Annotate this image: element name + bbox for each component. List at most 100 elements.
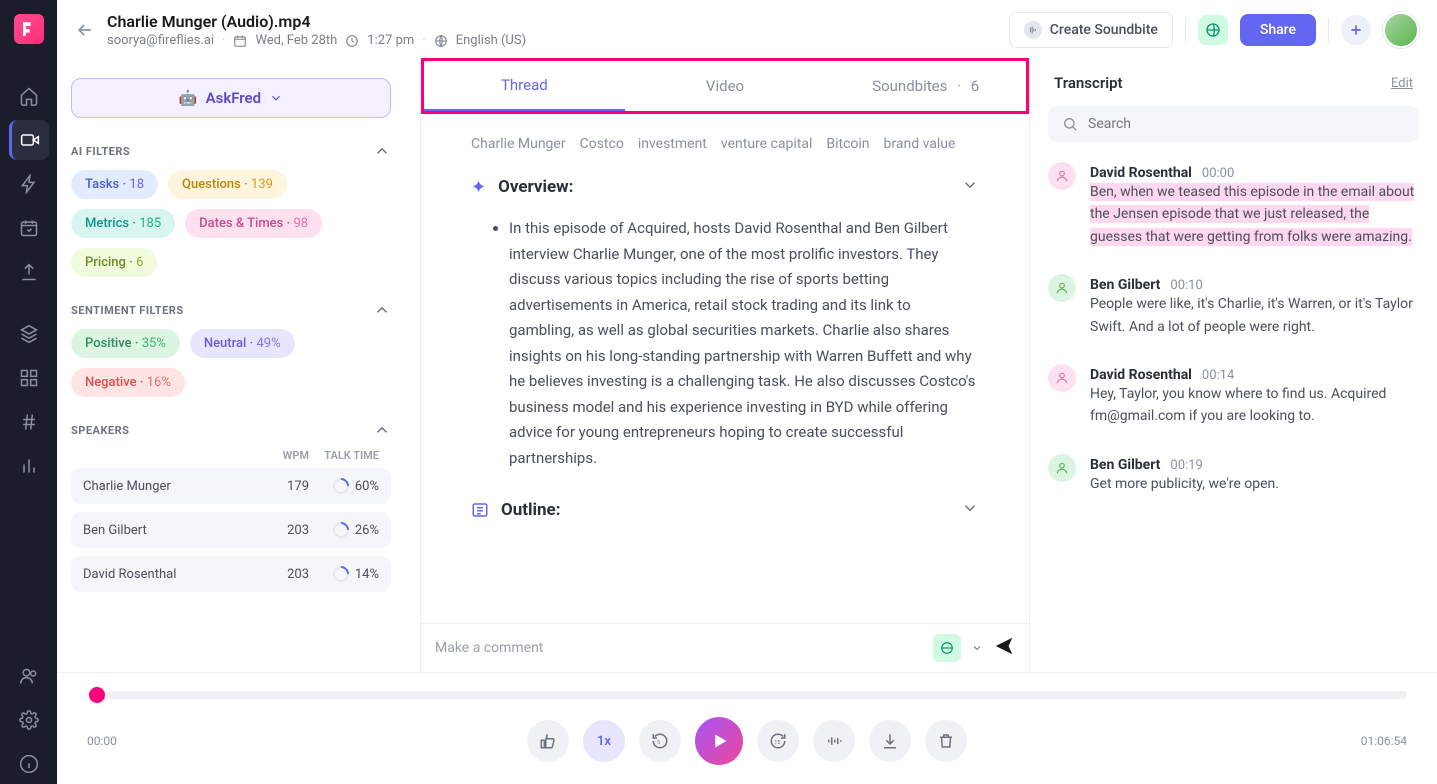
nav-calendar-icon[interactable] [9, 208, 49, 248]
transcript-item[interactable]: David Rosenthal00:00Ben, when we teased … [1048, 162, 1419, 248]
center-panel: Thread Video Soundbites · 6 Charlie Mung… [420, 60, 1030, 672]
progress-thumb[interactable] [89, 687, 105, 703]
ai-filters-header[interactable]: AI FILTERS [71, 142, 391, 160]
play-button[interactable] [695, 717, 743, 765]
tab-soundbites[interactable]: Soundbites · 6 [825, 61, 1026, 111]
current-time: 00:00 [87, 734, 207, 748]
visibility-icon[interactable] [933, 634, 961, 662]
waveform-button[interactable] [813, 720, 855, 762]
speakers-label: SPEAKERS [71, 424, 129, 437]
askfred-label: AskFred [206, 89, 261, 107]
askfred-button[interactable]: 🤖 AskFred [71, 78, 391, 118]
search-icon [1062, 116, 1078, 132]
speed-button[interactable]: 1x [583, 720, 625, 762]
topic-tag[interactable]: Charlie Munger [471, 136, 566, 152]
chevron-down-icon[interactable] [971, 642, 983, 654]
topic-tag[interactable]: brand value [884, 136, 956, 152]
audio-player: 00:00 1x 5 15 01:06:54 [57, 672, 1437, 784]
nav-hash-icon[interactable] [9, 402, 49, 442]
chevron-down-icon [269, 91, 283, 105]
transcript-title: Transcript [1054, 74, 1123, 92]
nav-settings-icon[interactable] [9, 700, 49, 740]
topic-tag[interactable]: Costco [580, 136, 624, 152]
speaker-row[interactable]: Ben Gilbert20326% [71, 512, 391, 548]
tab-thread[interactable]: Thread [424, 61, 625, 111]
chevron-up-icon [373, 301, 391, 319]
filter-tasks[interactable]: Tasks · 18 [71, 170, 158, 199]
overview-header[interactable]: ✦ Overview: [471, 176, 979, 198]
speaker-talk: 14% [309, 566, 379, 582]
transcript-edit-link[interactable]: Edit [1391, 76, 1413, 91]
forward-button[interactable]: 15 [757, 720, 799, 762]
nav-grid-icon[interactable] [9, 358, 49, 398]
back-button[interactable] [75, 20, 95, 40]
transcript-item[interactable]: Ben Gilbert00:10People were like, it's C… [1048, 274, 1419, 338]
topic-tags: Charlie Munger Costco investment venture ca… [471, 136, 979, 152]
svg-text:5: 5 [657, 740, 660, 746]
nav-info-icon[interactable] [9, 744, 49, 784]
sentiment-neutral[interactable]: Neutral · 49% [190, 329, 295, 358]
filter-pricing[interactable]: Pricing · 6 [71, 248, 157, 277]
nav-bolt-icon[interactable] [9, 164, 49, 204]
sentiment-positive[interactable]: Positive · 35% [71, 329, 180, 358]
thumbs-up-button[interactable] [527, 720, 569, 762]
topic-tag[interactable]: Bitcoin [826, 136, 869, 152]
speaker-wpm: 203 [249, 567, 309, 582]
share-button[interactable]: Share [1240, 14, 1316, 46]
create-soundbite-button[interactable]: Create Soundbite [1009, 12, 1173, 48]
transcript-item[interactable]: David Rosenthal00:14Hey, Taylor, you kno… [1048, 364, 1419, 428]
download-button[interactable] [869, 720, 911, 762]
filter-dates[interactable]: Dates & Times · 98 [185, 209, 322, 238]
askfred-icon: 🤖 [179, 89, 198, 107]
speaker-row[interactable]: David Rosenthal20314% [71, 556, 391, 592]
nav-layers-icon[interactable] [9, 314, 49, 354]
nav-video-icon[interactable] [9, 120, 49, 160]
progress-track[interactable] [87, 691, 1407, 699]
topic-tag[interactable]: investment [638, 136, 707, 152]
filter-metrics[interactable]: Metrics · 185 [71, 209, 175, 238]
transcript-text: Ben, when we teased this episode in the … [1090, 183, 1414, 246]
user-avatar[interactable] [1383, 12, 1419, 48]
comment-bar [421, 623, 1029, 672]
soundbite-icon [1024, 21, 1042, 39]
send-button[interactable] [993, 635, 1015, 661]
delete-button[interactable] [925, 720, 967, 762]
speaker-row[interactable]: Charlie Munger17960% [71, 468, 391, 504]
transcript-search-input[interactable] [1088, 116, 1405, 132]
overview-text: In this episode of Acquired, hosts David… [495, 216, 979, 471]
add-button[interactable] [1341, 15, 1371, 45]
outline-title: Outline: [501, 500, 561, 520]
speaker-wpm: 203 [249, 523, 309, 538]
speakers-header[interactable]: SPEAKERS [71, 421, 391, 439]
transcript-search[interactable] [1048, 106, 1419, 142]
speaker-avatar [1048, 454, 1076, 482]
transcript-item[interactable]: Ben Gilbert00:19Get more publicity, we'r… [1048, 454, 1419, 495]
talktime-header: TALK TIME [309, 449, 379, 462]
sentiment-negative[interactable]: Negative · 16% [71, 368, 185, 397]
ai-filters-label: AI FILTERS [71, 145, 130, 158]
filter-questions[interactable]: Questions · 139 [168, 170, 287, 199]
meeting-lang: English (US) [456, 33, 526, 48]
nav-people-icon[interactable] [9, 656, 49, 696]
speaker-name: David Rosenthal [83, 567, 249, 582]
left-panel: 🤖 AskFred AI FILTERS Tasks · 18 Question… [57, 60, 405, 672]
app-logo[interactable] [14, 14, 44, 44]
rewind-button[interactable]: 5 [639, 720, 681, 762]
tab-video[interactable]: Video [625, 61, 826, 111]
nav-upload-icon[interactable] [9, 252, 49, 292]
chevron-down-icon[interactable] [961, 176, 979, 198]
transcript-time: 00:10 [1170, 278, 1202, 293]
chevron-down-icon[interactable] [961, 499, 979, 521]
comment-input[interactable] [435, 640, 923, 656]
svg-text:15: 15 [774, 740, 780, 746]
calendar-icon [233, 34, 247, 48]
meeting-date: Wed, Feb 28th [255, 33, 337, 48]
sentiment-header[interactable]: SENTIMENT FILTERS [71, 301, 391, 319]
visibility-globe-icon[interactable] [1198, 15, 1228, 45]
outline-header[interactable]: Outline: [471, 499, 979, 521]
meeting-title: Charlie Munger (Audio).mp4 [107, 12, 526, 31]
sentiment-pills: Positive · 35% Neutral · 49% Negative · … [71, 329, 391, 397]
nav-home-icon[interactable] [9, 76, 49, 116]
topic-tag[interactable]: venture capital [721, 136, 812, 152]
nav-chart-icon[interactable] [9, 446, 49, 486]
